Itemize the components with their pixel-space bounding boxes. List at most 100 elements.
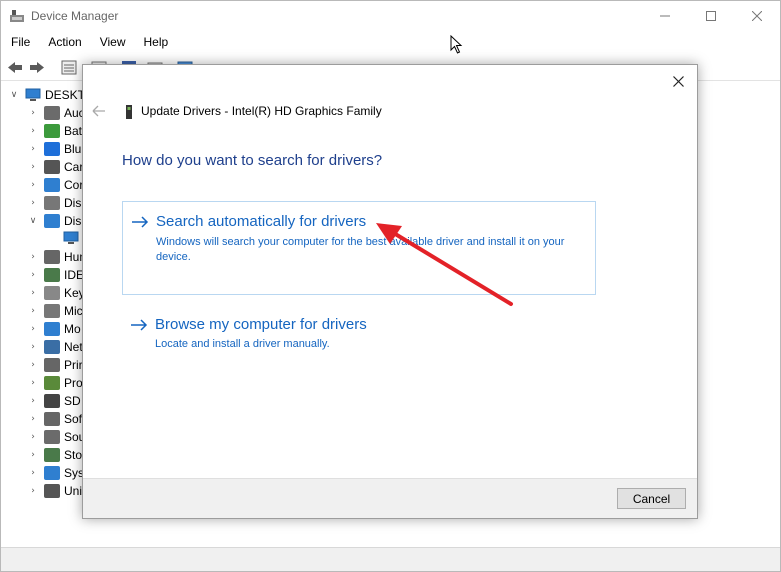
chevron-right-icon[interactable]: › bbox=[28, 324, 38, 334]
mouse-cursor-icon bbox=[450, 35, 463, 54]
tree-item[interactable]: › Mic bbox=[28, 302, 83, 320]
menu-bar: File Action View Help bbox=[1, 32, 780, 54]
tree-item[interactable]: › Sof bbox=[28, 410, 82, 428]
search-automatically-description: Windows will search your computer for th… bbox=[156, 236, 565, 263]
tree-item[interactable]: › Sou bbox=[28, 428, 85, 446]
tree-item[interactable]: › Stor bbox=[28, 446, 86, 464]
tree-item[interactable]: › SD bbox=[28, 392, 81, 410]
arrow-right-icon bbox=[132, 216, 149, 228]
tree-item-label: Sof bbox=[64, 412, 83, 426]
forward-arrow-icon[interactable] bbox=[28, 59, 46, 76]
search-automatically-option[interactable]: Search automatically for drivers Windows… bbox=[122, 201, 596, 295]
tree-item-label: Prir bbox=[64, 358, 83, 372]
software-device-icon bbox=[44, 412, 60, 426]
close-icon bbox=[752, 11, 762, 21]
tree-item[interactable]: › Mo bbox=[28, 320, 81, 338]
bluetooth-icon bbox=[44, 142, 60, 156]
browse-computer-option[interactable]: Browse my computer for drivers Locate an… bbox=[122, 307, 596, 357]
chevron-right-icon[interactable]: › bbox=[28, 306, 38, 316]
tree-item[interactable]: › Sys bbox=[28, 464, 84, 482]
tree-item[interactable]: › Hun bbox=[28, 248, 86, 266]
chevron-right-icon[interactable]: › bbox=[28, 288, 38, 298]
close-icon bbox=[672, 75, 684, 87]
tree-item[interactable]: › Prir bbox=[28, 356, 83, 374]
tree-item-label: Disl bbox=[64, 196, 84, 210]
tree-item[interactable]: › Auc bbox=[28, 104, 85, 122]
tree-item[interactable]: › IDE bbox=[28, 266, 84, 284]
tree-item[interactable]: › Disl bbox=[28, 194, 84, 212]
hid-icon bbox=[44, 250, 60, 264]
minimize-icon bbox=[660, 15, 670, 17]
computer-icon bbox=[44, 178, 60, 192]
back-arrow-icon[interactable] bbox=[6, 59, 24, 76]
chevron-right-icon[interactable]: › bbox=[28, 180, 38, 190]
tree-item[interactable]: › Car bbox=[28, 158, 83, 176]
dialog-footer: Cancel bbox=[83, 478, 697, 518]
chevron-right-icon[interactable]: › bbox=[28, 486, 38, 496]
tree-item[interactable]: › Net bbox=[28, 338, 83, 356]
tree-item-label: Uni bbox=[64, 484, 83, 498]
tree-item-label: SD bbox=[64, 394, 81, 408]
tree-item-label: Blu bbox=[64, 142, 82, 156]
maximize-icon bbox=[706, 11, 716, 21]
print-queue-icon bbox=[44, 358, 60, 372]
sound-icon bbox=[44, 430, 60, 444]
chevron-right-icon[interactable]: › bbox=[28, 396, 38, 406]
menu-file[interactable]: File bbox=[1, 32, 38, 54]
chevron-right-icon[interactable]: › bbox=[28, 378, 38, 388]
chevron-right-icon[interactable]: › bbox=[28, 450, 38, 460]
chevron-right-icon[interactable]: › bbox=[28, 342, 38, 352]
tree-item[interactable]: › Pro bbox=[28, 374, 83, 392]
arrow-right-icon bbox=[131, 319, 148, 331]
tree-item-label: Mo bbox=[64, 322, 81, 336]
tree-item[interactable]: › Cor bbox=[28, 176, 83, 194]
browse-computer-title: Browse my computer for drivers bbox=[155, 316, 367, 333]
chevron-right-icon[interactable]: › bbox=[28, 252, 38, 262]
back-arrow-icon[interactable] bbox=[91, 103, 107, 119]
menu-view[interactable]: View bbox=[90, 32, 134, 54]
chevron-down-icon[interactable]: ∨ bbox=[9, 90, 19, 100]
keyboard-icon bbox=[44, 286, 60, 300]
chevron-right-icon[interactable]: › bbox=[28, 432, 38, 442]
tree-item[interactable]: ∨ Disp bbox=[28, 212, 88, 230]
chevron-right-icon[interactable]: › bbox=[28, 198, 38, 208]
properties-icon[interactable] bbox=[60, 59, 78, 76]
tree-item[interactable]: › Key bbox=[28, 284, 85, 302]
audio-icon bbox=[44, 106, 60, 120]
dialog-close-button[interactable] bbox=[667, 71, 689, 91]
chevron-right-icon[interactable]: › bbox=[28, 126, 38, 136]
tree-item-label: Net bbox=[64, 340, 83, 354]
storage-icon bbox=[44, 448, 60, 462]
display-adapter-icon[interactable] bbox=[63, 231, 79, 245]
chevron-right-icon[interactable]: › bbox=[28, 414, 38, 424]
chevron-right-icon[interactable]: › bbox=[28, 144, 38, 154]
tree-item[interactable]: › Blu bbox=[28, 140, 81, 158]
tree-item[interactable]: › Uni bbox=[28, 482, 82, 500]
dialog-heading: Update Drivers - Intel(R) HD Graphics Fa… bbox=[141, 104, 382, 118]
chevron-right-icon[interactable]: › bbox=[28, 360, 38, 370]
chevron-right-icon[interactable]: › bbox=[28, 468, 38, 478]
chevron-right-icon[interactable]: › bbox=[28, 270, 38, 280]
disk-icon bbox=[44, 196, 60, 210]
cancel-button[interactable]: Cancel bbox=[617, 488, 686, 509]
graphics-card-icon bbox=[126, 105, 132, 119]
minimize-button[interactable] bbox=[642, 1, 688, 31]
search-automatically-title: Search automatically for drivers bbox=[156, 213, 367, 230]
tree-item[interactable]: › Bat bbox=[28, 122, 82, 140]
battery-icon bbox=[44, 124, 60, 138]
chevron-down-icon[interactable]: ∨ bbox=[28, 216, 38, 226]
chevron-right-icon[interactable]: › bbox=[28, 162, 38, 172]
maximize-button[interactable] bbox=[688, 1, 734, 31]
close-button[interactable] bbox=[734, 1, 780, 31]
tree-item-label: Sys bbox=[64, 466, 85, 480]
update-drivers-dialog: Update Drivers - Intel(R) HD Graphics Fa… bbox=[82, 64, 698, 519]
menu-action[interactable]: Action bbox=[38, 32, 89, 54]
chevron-right-icon[interactable]: › bbox=[28, 108, 38, 118]
ide-icon bbox=[44, 268, 60, 282]
display-icon bbox=[44, 214, 60, 228]
usb-icon bbox=[44, 484, 60, 498]
tree-item-label: Mic bbox=[64, 304, 83, 318]
status-bar bbox=[1, 547, 780, 571]
title-bar: Device Manager bbox=[1, 1, 780, 31]
menu-help[interactable]: Help bbox=[134, 32, 177, 54]
